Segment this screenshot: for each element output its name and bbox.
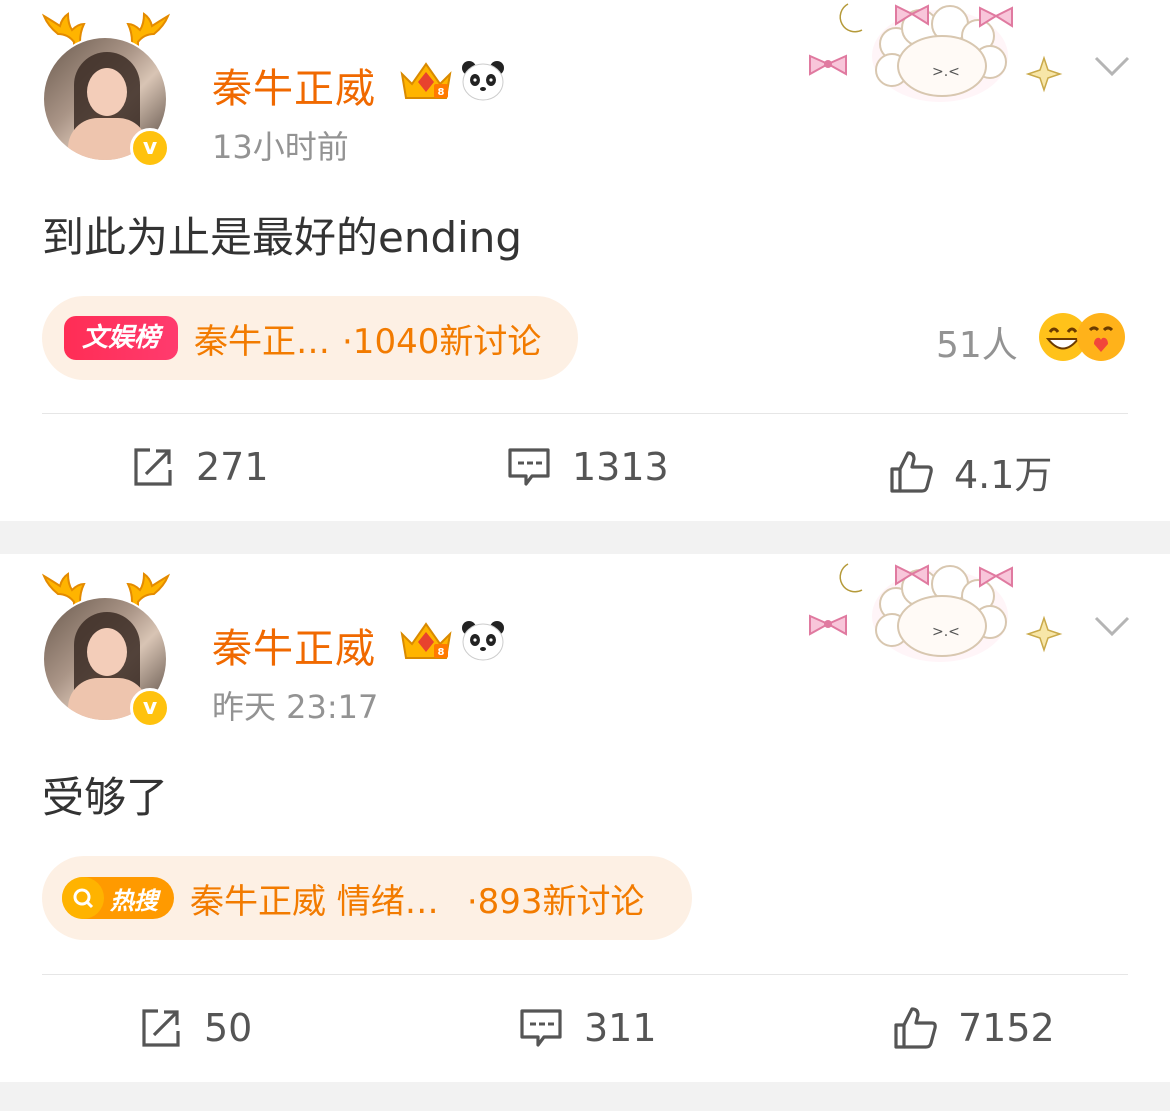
topic-tag-label: 热搜	[110, 886, 158, 915]
comment-button[interactable]: 311	[518, 1005, 657, 1051]
topic-text: 秦牛正威 情绪…	[190, 881, 439, 922]
post-time: 昨天 23:17	[212, 688, 379, 726]
crown-badge-icon[interactable]: 8	[398, 58, 454, 102]
comment-button[interactable]: 1313	[506, 444, 669, 490]
panda-icon[interactable]	[460, 618, 506, 662]
decor-sticker-icon: >.<	[809, 563, 1063, 662]
like-count: 7152	[958, 1006, 1055, 1050]
chevron-down-icon[interactable]	[1092, 614, 1132, 638]
author-name[interactable]: 秦牛正威	[212, 56, 376, 114]
svg-text:>.<: >.<	[932, 624, 960, 640]
repost-button[interactable]: 50	[138, 1005, 252, 1051]
svg-text:>.<: >.<	[932, 64, 960, 80]
post-content: 受够了	[42, 773, 169, 822]
svg-text:8: 8	[438, 647, 445, 658]
reaction-count[interactable]: 51人	[936, 316, 1018, 368]
weibo-post-card: v 秦牛正威 8 昨天 23:17 >.< 受够了 热搜 秦牛正威 情绪… ·8…	[0, 554, 1170, 1082]
post-content: 到此为止是最好的ending	[42, 213, 523, 262]
verified-v-icon: v	[130, 688, 170, 728]
like-icon	[894, 1007, 937, 1049]
author-avatar[interactable]: v	[38, 572, 174, 728]
topic-pill[interactable]: 热搜 秦牛正威 情绪… ·893新讨论	[42, 856, 692, 940]
like-button[interactable]: 7152	[892, 1005, 1055, 1051]
topic-text: 秦牛正…	[194, 321, 330, 362]
panda-icon[interactable]	[460, 58, 506, 102]
repost-count: 271	[196, 445, 269, 489]
like-count: 4.1万	[954, 453, 1053, 497]
divider	[42, 413, 1128, 414]
search-icon	[62, 877, 104, 919]
topic-count: ·1040新讨论	[342, 321, 542, 362]
weibo-post-card: v 秦牛正威 8 13小时前 >.< 到此为止是最好的ending 文娱榜 秦牛…	[0, 0, 1170, 521]
comment-count: 1313	[572, 445, 669, 489]
comment-icon	[508, 448, 550, 486]
comment-count: 311	[584, 1006, 657, 1050]
hot-search-badge: 热搜	[62, 877, 174, 919]
author-avatar[interactable]: v	[38, 12, 174, 168]
post-time: 13小时前	[212, 128, 349, 166]
kiss-emoji-icon[interactable]	[1076, 312, 1126, 362]
repost-icon	[142, 1009, 180, 1047]
svg-text:8: 8	[438, 87, 445, 98]
like-icon	[890, 450, 933, 493]
topic-tag-badge: 文娱榜	[64, 316, 178, 360]
crown-badge-icon[interactable]: 8	[398, 618, 454, 662]
decor-sticker-icon: >.<	[809, 3, 1063, 102]
chevron-down-icon[interactable]	[1092, 54, 1132, 78]
repost-button[interactable]: 271	[130, 444, 269, 490]
author-name[interactable]: 秦牛正威	[212, 616, 376, 674]
topic-count: ·893新讨论	[466, 881, 645, 922]
repost-icon	[134, 448, 172, 486]
verified-v-icon: v	[130, 128, 170, 168]
repost-count: 50	[204, 1006, 253, 1050]
topic-pill[interactable]: 文娱榜 秦牛正… ·1040新讨论	[42, 296, 578, 380]
divider	[42, 974, 1128, 975]
comment-icon	[520, 1009, 562, 1047]
like-button[interactable]: 4.1万	[888, 444, 1052, 499]
